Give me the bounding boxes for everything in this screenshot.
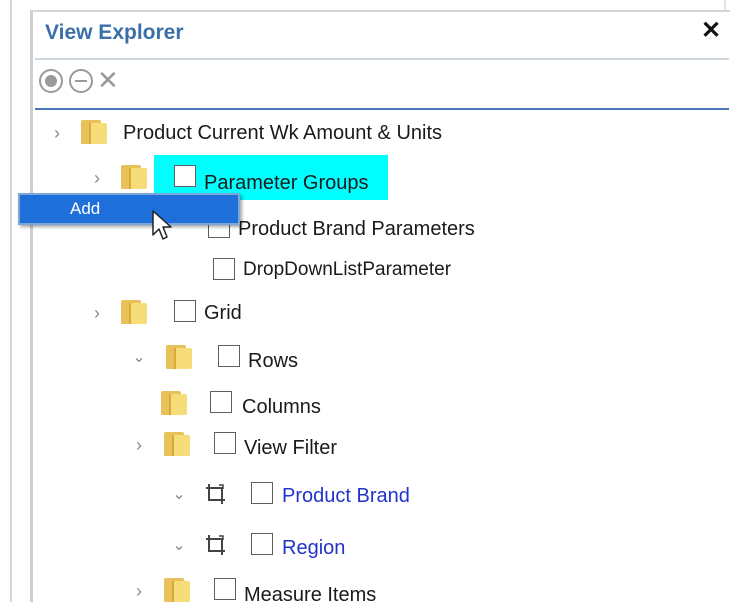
checkbox[interactable] [174,165,196,187]
folder-icon [164,578,190,602]
toolbar-divider [35,108,729,110]
checkbox[interactable] [174,300,196,322]
clear-x-icon[interactable]: ✕ [97,67,119,93]
crop-icon [206,484,225,504]
checkbox[interactable] [218,345,240,367]
checkbox[interactable] [214,578,236,600]
title-divider [35,58,729,60]
crop-icon [206,535,225,555]
checkbox[interactable] [213,258,235,280]
outer-border-left [10,0,12,602]
tree-label-product-brand-parameters: Product Brand Parameters [238,218,475,240]
folder-icon [166,345,192,369]
context-menu: Add [18,193,240,225]
folder-icon [121,165,147,189]
tree-label-measure-items: Measure Items [244,584,377,606]
folder-icon [164,432,190,456]
chevron-right-icon[interactable]: › [49,118,65,148]
folder-icon [121,300,147,324]
chevron-down-icon[interactable]: ⌄ [171,531,187,561]
tree-label-grid: Grid [204,302,242,324]
folder-icon [161,391,187,415]
checkbox[interactable] [210,391,232,413]
tree-label-dropdown-list-parameter: DropDownListParameter [243,259,452,280]
minus-circle-icon[interactable] [69,69,93,93]
context-menu-item-add[interactable]: Add [70,199,100,219]
checkbox[interactable] [251,533,273,555]
toolbar: ✕ [33,62,730,108]
close-icon[interactable]: ✕ [701,16,721,45]
chevron-down-icon[interactable]: ⌄ [171,480,187,510]
tree-label-columns: Columns [242,396,321,418]
mouse-cursor-icon [152,210,172,240]
radio-selected-icon[interactable] [39,69,63,93]
chevron-right-icon[interactable]: › [89,163,105,193]
chevron-down-icon[interactable]: ⌄ [131,343,147,373]
folder-icon [81,120,107,144]
panel-titlebar: View Explorer ✕ [33,12,730,56]
checkbox[interactable] [214,432,236,454]
chevron-right-icon[interactable]: › [89,298,105,328]
tree-label-root: Product Current Wk Amount & Units [123,122,443,144]
tree-label-rows: Rows [248,350,299,372]
tree-label-region[interactable]: Region [282,535,345,561]
chevron-right-icon[interactable]: › [131,430,147,460]
checkbox[interactable] [251,482,273,504]
tree-label-product-brand[interactable]: Product Brand [282,483,410,509]
panel-title: View Explorer [45,21,184,44]
tree-label-view-filter: View Filter [244,437,337,459]
